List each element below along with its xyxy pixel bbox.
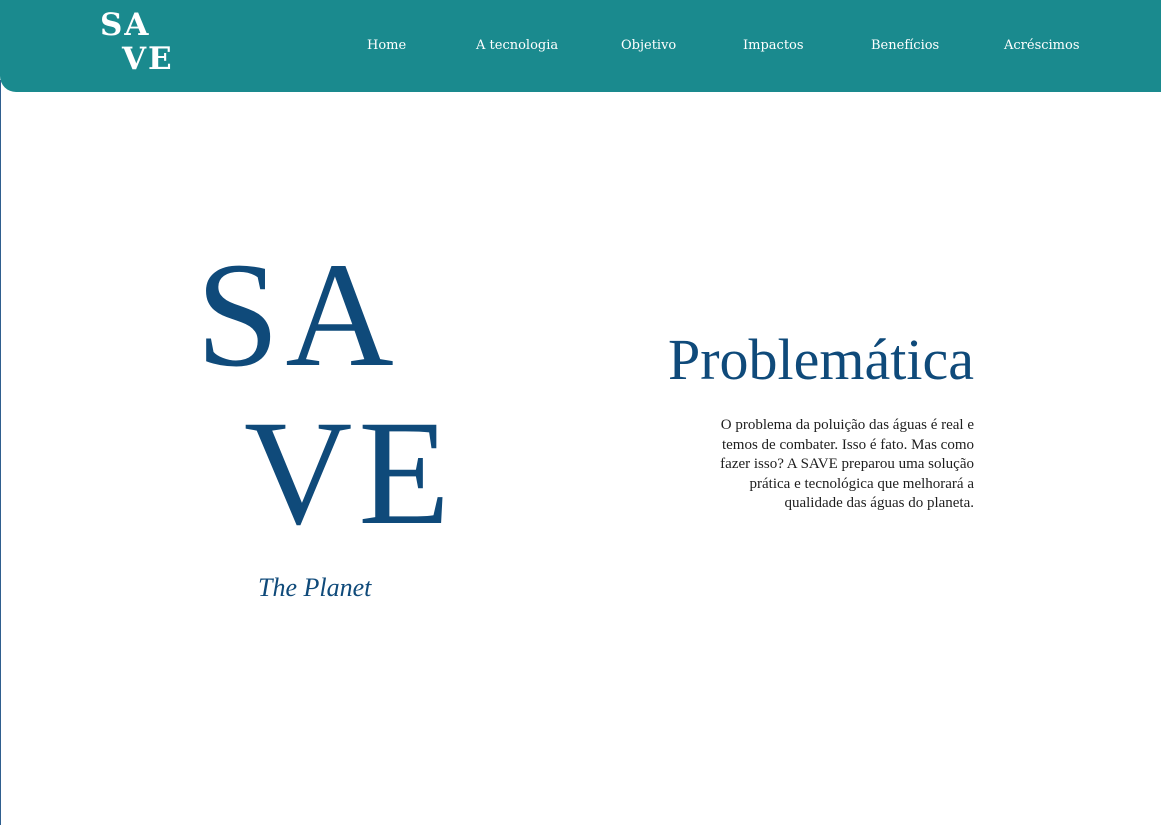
nav-acrescimos[interactable]: Acréscimos	[1004, 37, 1080, 55]
left-border	[0, 80, 1, 825]
hero-logo-line-1: SA	[196, 232, 400, 398]
hero-logo-line-2: VE	[244, 390, 456, 556]
hero-logo: SA VE	[196, 240, 456, 548]
nav-home[interactable]: Home	[367, 37, 406, 55]
problem-title: Problemática	[667, 327, 974, 392]
logo-line-1: SA	[100, 7, 151, 43]
nav-impactos[interactable]: Impactos	[743, 37, 804, 55]
hero-tagline: The Planet	[258, 573, 372, 602]
navbar: SA VE Home A tecnologia Objetivo Impacto…	[0, 0, 1161, 92]
logo[interactable]: SA VE	[100, 8, 174, 76]
nav-beneficios[interactable]: Benefícios	[871, 37, 939, 55]
page: SA VE Home A tecnologia Objetivo Impacto…	[0, 0, 1161, 825]
nav-objetivo[interactable]: Objetivo	[621, 37, 676, 55]
nav-a-tecnologia[interactable]: A tecnologia	[476, 37, 558, 55]
problem-description: O problema da poluição das águas é real …	[720, 417, 974, 512]
logo-line-2: VE	[122, 41, 174, 77]
